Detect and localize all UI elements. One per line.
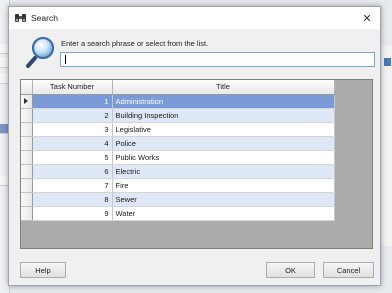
search-dialog: Search ✕ Enter a search phrase or select… [8,6,381,286]
close-icon: ✕ [362,12,372,25]
column-header-task-number[interactable]: Task Number [32,80,113,95]
row-header[interactable] [21,164,33,179]
title-cell[interactable]: Sewer [112,192,335,207]
task-number-cell[interactable]: 6 [32,164,113,179]
task-number-cell[interactable]: 8 [32,192,113,207]
task-number-cell[interactable]: 2 [32,108,113,123]
task-grid[interactable]: Task Number Title 1 Administration 2 Buildi… [20,79,373,249]
dialog-title: Search [31,13,58,23]
table-row[interactable]: 6 Electric [21,164,335,179]
task-number-cell[interactable]: 5 [32,150,113,165]
row-header[interactable] [21,136,33,151]
row-pointer-icon [24,97,29,104]
close-button[interactable]: ✕ [360,11,374,25]
dialog-content: Enter a search phrase or select from the… [9,29,380,285]
task-number-cell[interactable]: 7 [32,178,113,193]
table-row[interactable]: 1 Administration [21,94,335,109]
task-number-cell[interactable]: 3 [32,122,113,137]
search-prompt: Enter a search phrase or select from the… [61,39,209,48]
row-header[interactable] [21,122,33,137]
help-button[interactable]: Help [20,262,66,278]
title-cell[interactable]: Building Inspection [112,108,335,123]
table-row[interactable]: 4 Police [21,136,335,151]
table-row[interactable]: 8 Sewer [21,192,335,207]
magnifier-icon [26,36,55,68]
background-right-panel [380,46,392,246]
row-header[interactable] [21,108,33,123]
cancel-button[interactable]: Cancel [323,262,374,278]
row-header[interactable] [21,94,33,109]
binoculars-icon [14,13,27,23]
dialog-titlebar[interactable]: Search ✕ [9,7,380,29]
task-table: Task Number Title 1 Administration 2 Buildi… [21,80,335,221]
row-header[interactable] [21,206,33,221]
task-number-cell[interactable]: 1 [32,94,113,109]
row-header[interactable] [21,192,33,207]
title-cell[interactable]: Electric [112,164,335,179]
table-row[interactable]: 2 Building Inspection [21,108,335,123]
search-input[interactable] [60,52,375,67]
row-header[interactable] [21,150,33,165]
grid-corner-cell [21,80,33,95]
table-row[interactable]: 7 Fire [21,178,335,193]
title-cell[interactable]: Water [112,206,335,221]
column-header-title[interactable]: Title [112,80,335,95]
task-number-cell[interactable]: 9 [32,206,113,221]
title-cell[interactable]: Fire [112,178,335,193]
table-row[interactable]: 5 Public Works [21,150,335,165]
grid-header-row: Task Number Title [21,80,335,95]
table-row[interactable]: 9 Water [21,206,335,221]
title-cell[interactable]: Legislative [112,122,335,137]
text-cursor [65,55,66,64]
title-cell[interactable]: Administration [112,94,335,109]
background-arrow-icon [384,58,391,66]
row-header[interactable] [21,178,33,193]
table-row[interactable]: 3 Legislative [21,122,335,137]
task-number-cell[interactable]: 4 [32,136,113,151]
title-cell[interactable]: Police [112,136,335,151]
ok-button[interactable]: OK [266,262,315,278]
title-cell[interactable]: Public Works [112,150,335,165]
